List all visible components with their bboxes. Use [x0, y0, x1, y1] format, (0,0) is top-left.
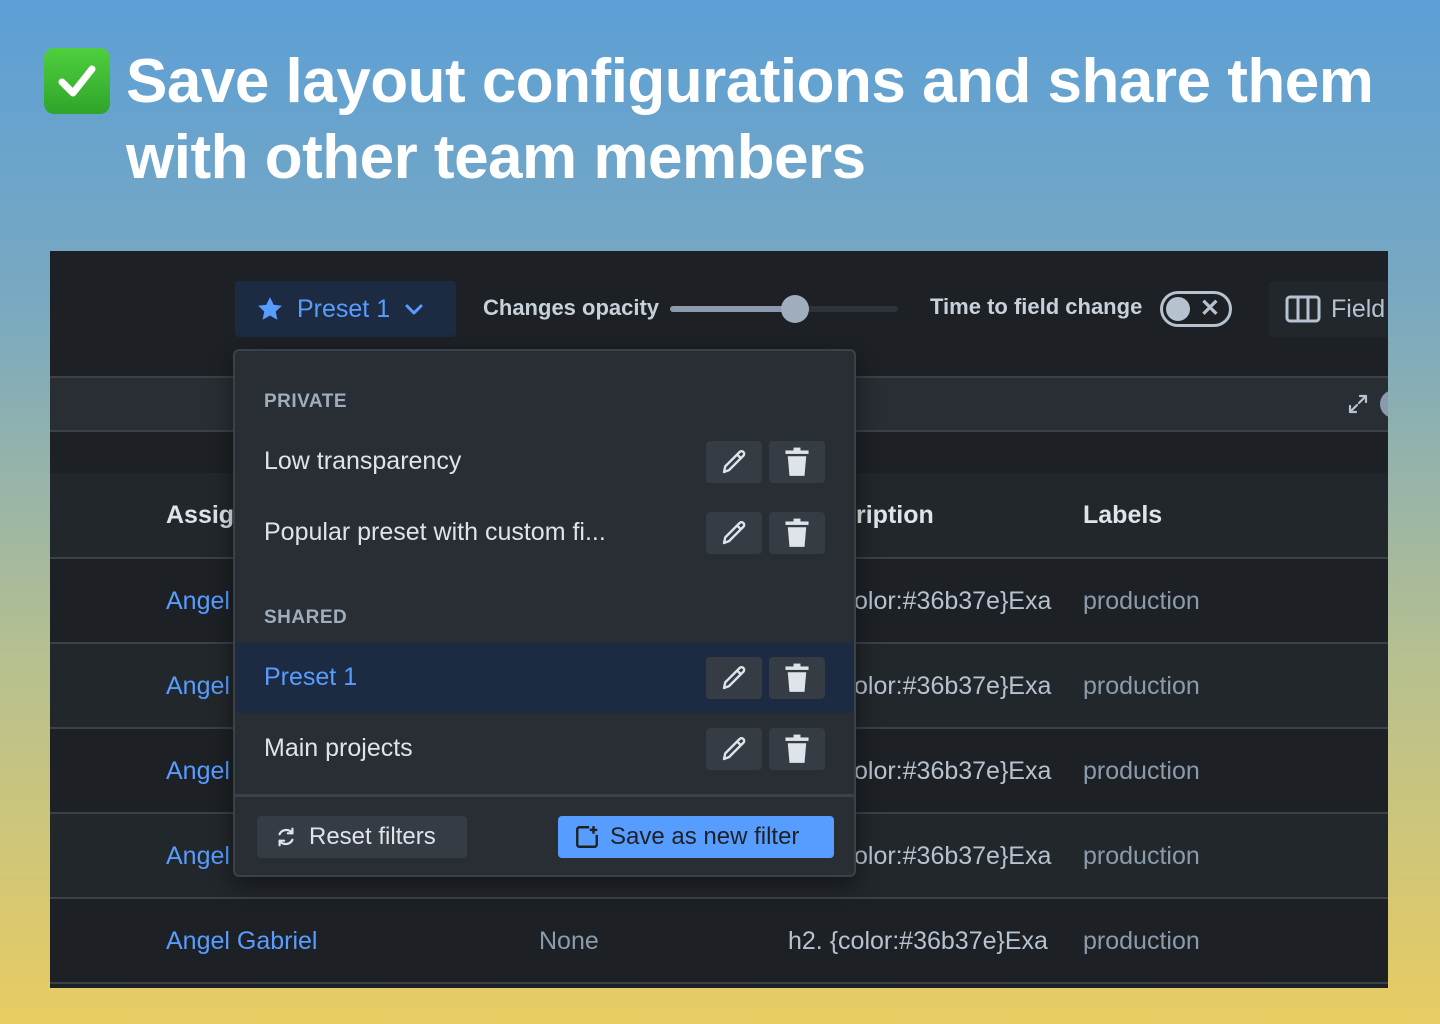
fields-label: Field	[1331, 294, 1386, 323]
cell-labels: production	[1083, 757, 1200, 785]
dropdown-divider	[235, 794, 854, 797]
trash-icon	[785, 447, 809, 476]
preset-item-label: Main projects	[264, 734, 413, 762]
headline-text: Save layout configurations and share the…	[126, 44, 1374, 196]
close-icon: ✕	[1199, 295, 1220, 322]
reset-filters-label: Reset filters	[309, 823, 436, 850]
expand-icon[interactable]	[1346, 392, 1370, 416]
bar-handle[interactable]	[1380, 390, 1388, 418]
check-icon	[44, 48, 110, 114]
header-labels[interactable]: Labels	[1083, 501, 1162, 530]
headline: Save layout configurations and share the…	[44, 44, 1404, 196]
chevron-down-icon	[405, 304, 423, 315]
preset-item-label: Low transparency	[264, 447, 462, 475]
header-assignee[interactable]: Assig	[166, 501, 234, 530]
fields-button[interactable]: Field	[1269, 281, 1388, 337]
delete-preset-button[interactable]	[769, 657, 825, 699]
opacity-slider[interactable]	[670, 295, 898, 323]
opacity-label: Changes opacity	[483, 295, 660, 320]
preset-item-main-projects[interactable]: Main projects	[235, 714, 854, 784]
preset-select-button[interactable]: Preset 1	[235, 281, 456, 337]
edit-preset-button[interactable]	[706, 657, 762, 699]
cell-labels: production	[1083, 842, 1200, 870]
headline-line-2: with other team members	[126, 123, 866, 192]
cell-labels: production	[1083, 927, 1200, 955]
preset-item-low-transparency[interactable]: Low transparency	[235, 427, 854, 497]
reset-filters-button[interactable]: Reset filters	[257, 816, 467, 858]
edit-preset-button[interactable]	[706, 441, 762, 483]
private-section-title: PRIVATE	[264, 391, 348, 412]
header-description[interactable]: ription	[856, 501, 934, 530]
pencil-icon	[722, 521, 746, 545]
trash-icon	[785, 663, 809, 692]
save-as-new-filter-label: Save as new filter	[610, 823, 800, 850]
time-to-field-change-label: Time to field change	[930, 294, 1143, 319]
opacity-slider-fill	[670, 306, 796, 312]
cell-assignee[interactable]: Angel Gabriel	[166, 927, 526, 956]
refresh-icon	[278, 827, 294, 847]
edit-preset-button[interactable]	[706, 512, 762, 554]
preset-item-preset-1[interactable]: Preset 1	[235, 643, 854, 713]
delete-preset-button[interactable]	[769, 728, 825, 770]
preset-item-popular[interactable]: Popular preset with custom fi...	[235, 498, 854, 568]
time-to-field-change-toggle[interactable]: ✕	[1160, 291, 1232, 327]
add-filter-icon	[576, 826, 598, 848]
trash-icon	[785, 518, 809, 547]
preset-dropdown: PRIVATE Low transparency Popular preset …	[233, 349, 856, 877]
trash-icon	[785, 734, 809, 763]
delete-preset-button[interactable]	[769, 512, 825, 554]
app-window: Preset 1 Changes opacity Time to field c…	[50, 251, 1388, 988]
pencil-icon	[722, 666, 746, 690]
cell-description: h2. {color:#36b37e}Exa	[788, 927, 1048, 955]
preset-item-label: Preset 1	[264, 663, 358, 691]
toggle-knob	[1166, 297, 1190, 321]
opacity-slider-thumb[interactable]	[781, 295, 810, 323]
delete-preset-button[interactable]	[769, 441, 825, 483]
pencil-icon	[722, 737, 746, 761]
headline-line-1: Save layout configurations and share the…	[126, 47, 1374, 116]
preset-item-label: Popular preset with custom fi...	[264, 518, 606, 546]
table-row[interactable]: Angel Gabriel None h2. {color:#36b37e}Ex…	[50, 899, 1388, 984]
cell-labels: production	[1083, 672, 1200, 700]
pencil-icon	[722, 450, 746, 474]
shared-section-title: SHARED	[264, 607, 348, 628]
cell-reporter: None	[539, 927, 599, 955]
preset-label: Preset 1	[297, 294, 391, 323]
save-as-new-filter-button[interactable]: Save as new filter	[558, 816, 834, 858]
star-icon	[258, 297, 282, 320]
columns-icon	[1285, 295, 1321, 323]
edit-preset-button[interactable]	[706, 728, 762, 770]
cell-labels: production	[1083, 587, 1200, 615]
